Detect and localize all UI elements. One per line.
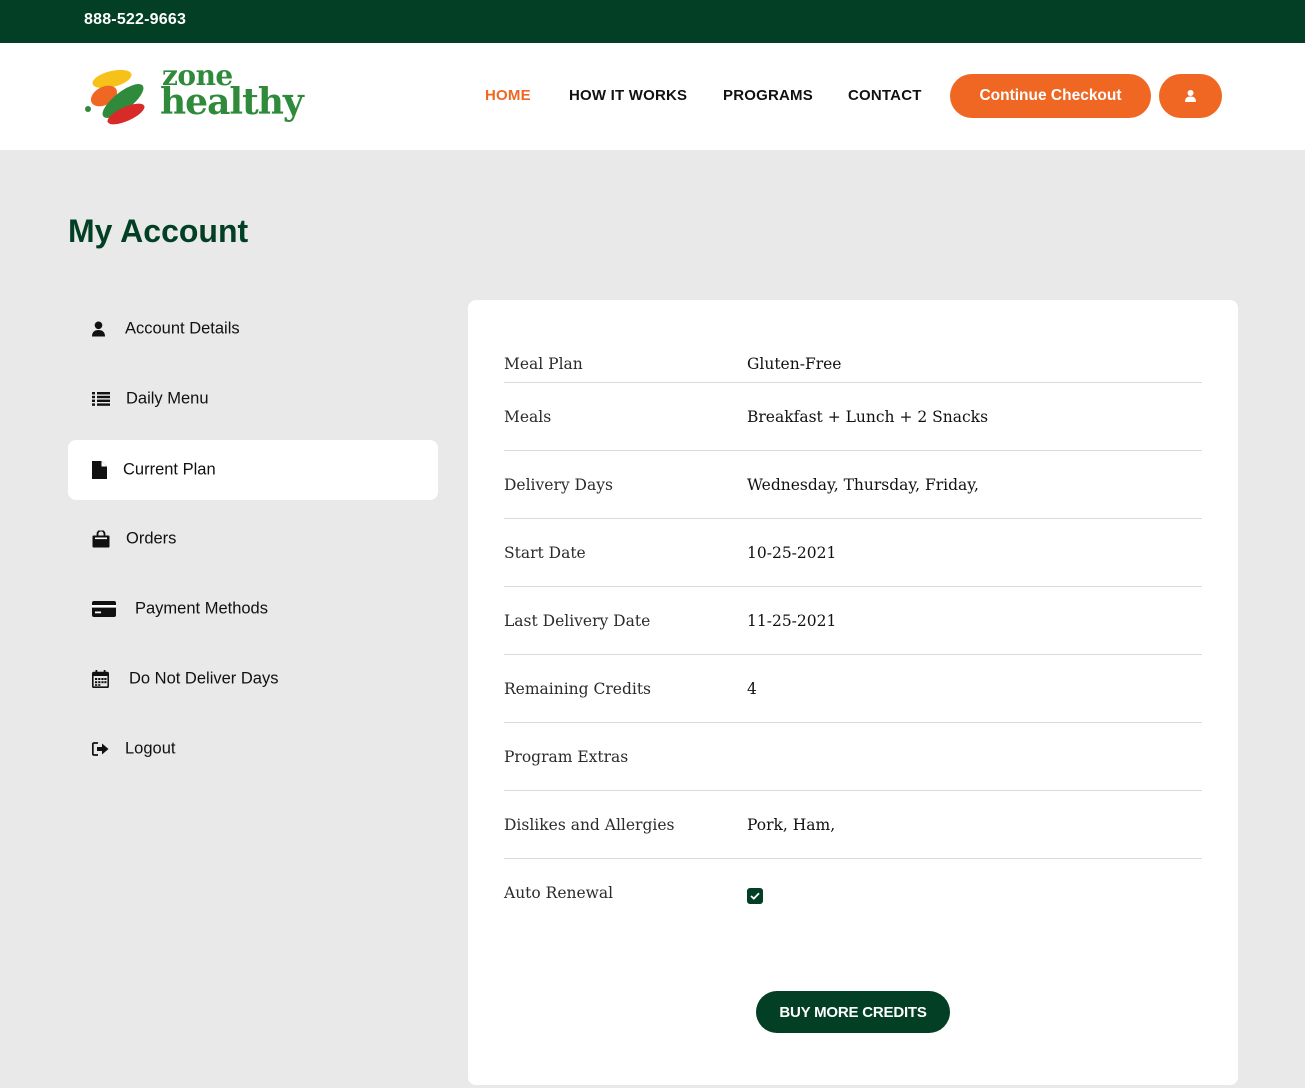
plan-row-value: 4	[747, 680, 757, 698]
plan-row-label: Program Extras	[504, 748, 629, 766]
plan-row-value: Gluten-Free	[747, 355, 842, 373]
sign-out-icon	[92, 742, 109, 756]
shopping-bag-icon	[92, 530, 110, 548]
nav-contact[interactable]: CONTACT	[848, 87, 922, 104]
sidebar-item-current-plan[interactable]: Current Plan	[68, 440, 438, 500]
sidebar-item-label: Daily Menu	[126, 389, 209, 408]
brand-name-line2: healthy	[160, 81, 304, 123]
plan-row-label: Last Delivery Date	[504, 612, 651, 630]
sidebar-item-label: Orders	[126, 529, 177, 548]
sidebar-item-label: Logout	[125, 739, 176, 758]
sidebar-item-orders[interactable]: Orders	[68, 509, 438, 569]
site-header: zone healthy HOME HOW IT WORKS PROGRAMS …	[0, 43, 1305, 150]
buy-more-credits-label: BUY MORE CREDITS	[779, 1003, 927, 1021]
plan-row-auto-renewal: Auto Renewal	[504, 859, 1202, 927]
plan-row-start-date: Start Date 10-25-2021	[504, 519, 1202, 587]
sidebar-item-daily-menu[interactable]: Daily Menu	[68, 369, 438, 429]
plan-row-label: Dislikes and Allergies	[504, 816, 675, 834]
plan-row-dislikes-allergies: Dislikes and Allergies Pork, Ham,	[504, 791, 1202, 859]
plan-row-label: Delivery Days	[504, 476, 613, 494]
plan-row-label: Start Date	[504, 544, 586, 562]
buy-more-credits-button[interactable]: BUY MORE CREDITS	[756, 991, 950, 1033]
plan-row-meals: Meals Breakfast + Lunch + 2 Snacks	[504, 383, 1202, 451]
credit-card-icon	[92, 601, 116, 617]
plan-row-last-delivery-date: Last Delivery Date 11-25-2021	[504, 587, 1202, 655]
page-title: My Account	[68, 213, 249, 249]
phone-number[interactable]: 888-522-9663	[84, 11, 186, 29]
logo-mark-icon	[85, 69, 145, 125]
plan-row-label: Remaining Credits	[504, 680, 652, 698]
calendar-icon	[92, 670, 109, 688]
continue-checkout-label: Continue Checkout	[979, 87, 1122, 104]
sidebar-item-label: Do Not Deliver Days	[129, 669, 279, 688]
user-icon	[1185, 90, 1196, 102]
plan-row-delivery-days: Delivery Days Wednesday, Thursday, Frida…	[504, 451, 1202, 519]
nav-home[interactable]: HOME	[485, 87, 531, 104]
plan-row-meal-plan: Meal Plan Gluten-Free	[504, 315, 1202, 383]
plan-row-label: Meals	[504, 408, 552, 426]
plan-row-value: 10-25-2021	[747, 544, 837, 562]
auto-renewal-checkbox[interactable]	[747, 888, 763, 904]
file-icon	[92, 461, 107, 479]
continue-checkout-button[interactable]: Continue Checkout	[950, 74, 1151, 118]
sidebar-item-logout[interactable]: Logout	[68, 719, 438, 779]
plan-row-label: Meal Plan	[504, 355, 583, 373]
sidebar-item-do-not-deliver-days[interactable]: Do Not Deliver Days	[68, 649, 438, 709]
plan-row-remaining-credits: Remaining Credits 4	[504, 655, 1202, 723]
plan-row-value: Wednesday, Thursday, Friday,	[747, 476, 979, 494]
brand-logo[interactable]: zone healthy	[84, 62, 304, 129]
plan-row-value: Pork, Ham,	[747, 816, 836, 834]
user-icon	[92, 321, 105, 337]
sidebar-item-payment-methods[interactable]: Payment Methods	[68, 579, 438, 639]
sidebar-item-label: Account Details	[125, 319, 240, 338]
current-plan-card: Meal Plan Gluten-Free Meals Breakfast + …	[468, 300, 1238, 1085]
check-icon	[750, 892, 760, 900]
sidebar-item-label: Current Plan	[123, 460, 216, 479]
nav-programs[interactable]: PROGRAMS	[723, 87, 813, 104]
nav-how-it-works[interactable]: HOW IT WORKS	[569, 87, 687, 104]
plan-row-program-extras: Program Extras	[504, 723, 1202, 791]
sidebar-item-account-details[interactable]: Account Details	[68, 299, 438, 359]
top-bar: 888-522-9663	[0, 0, 1305, 43]
plan-row-value: 11-25-2021	[747, 612, 837, 630]
plan-row-label: Auto Renewal	[504, 884, 614, 902]
list-icon	[92, 392, 110, 406]
sidebar-item-label: Payment Methods	[135, 599, 268, 618]
account-button[interactable]	[1159, 74, 1222, 118]
plan-row-value: Breakfast + Lunch + 2 Snacks	[747, 408, 989, 426]
